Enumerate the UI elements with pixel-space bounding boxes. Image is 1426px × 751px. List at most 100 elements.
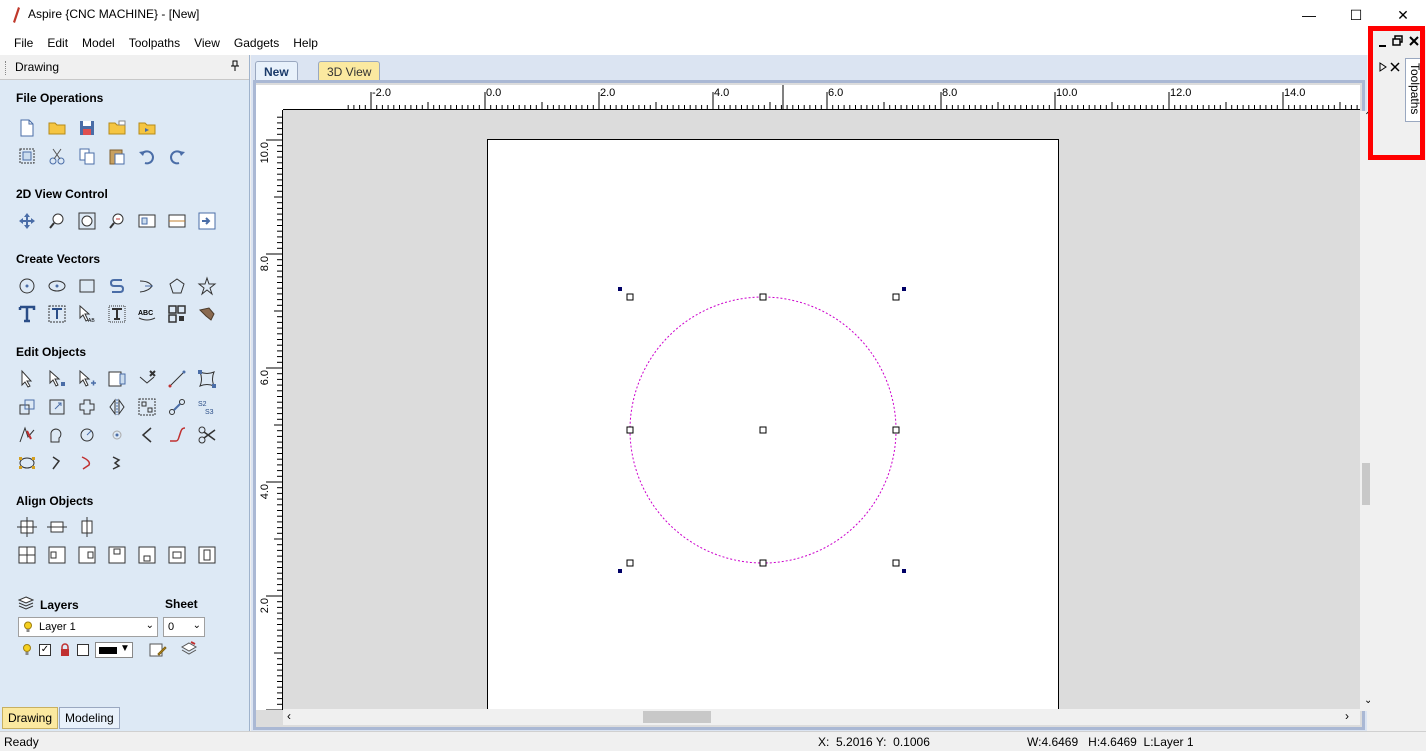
menu-view[interactable]: View bbox=[187, 36, 227, 50]
text-box-tool-icon[interactable] bbox=[46, 303, 68, 325]
pin-icon[interactable] bbox=[230, 60, 240, 72]
group-icon[interactable] bbox=[136, 396, 158, 418]
bounding-box-icon[interactable] bbox=[16, 452, 38, 474]
layer-properties-icon[interactable] bbox=[149, 642, 167, 658]
align-vertical-center-icon[interactable] bbox=[76, 516, 98, 538]
layer-color-picker[interactable]: ▼ bbox=[95, 642, 133, 658]
fillet-icon[interactable] bbox=[106, 424, 128, 446]
move-icon[interactable] bbox=[16, 396, 38, 418]
center-in-material-icon[interactable] bbox=[16, 544, 38, 566]
rectangle-tool-icon[interactable] bbox=[76, 275, 98, 297]
qr-code-icon[interactable] bbox=[166, 303, 188, 325]
open-recent-icon[interactable] bbox=[106, 117, 128, 139]
node-edit-icon[interactable] bbox=[46, 368, 68, 390]
layer-visibility-icon[interactable] bbox=[22, 643, 32, 657]
align-center-icon[interactable] bbox=[16, 516, 38, 538]
tab-drawing[interactable]: Drawing bbox=[2, 707, 59, 729]
menu-gadgets[interactable]: Gadgets bbox=[227, 36, 286, 50]
close-x-icon[interactable] bbox=[1390, 61, 1400, 73]
selected-circle-graphic[interactable] bbox=[284, 111, 1360, 709]
sheet-select[interactable]: 0 ⌄ bbox=[163, 617, 205, 637]
layer-select[interactable]: Layer 1 ⌄ bbox=[18, 617, 158, 637]
align-horizontal-center-icon[interactable] bbox=[46, 516, 68, 538]
rotate-icon[interactable] bbox=[76, 396, 98, 418]
polygon-tool-icon[interactable] bbox=[166, 275, 188, 297]
join-vectors-icon[interactable] bbox=[166, 396, 188, 418]
zoom-fit-icon[interactable] bbox=[76, 210, 98, 232]
select-all-icon[interactable] bbox=[16, 145, 38, 167]
scroll-left-icon[interactable]: ‹ bbox=[287, 709, 291, 723]
handle-bottom-left[interactable] bbox=[626, 559, 634, 567]
menu-edit[interactable]: Edit bbox=[40, 36, 75, 50]
chamfer-icon[interactable] bbox=[136, 424, 158, 446]
view-toggle-icon[interactable] bbox=[196, 210, 218, 232]
polyline-tool-icon[interactable] bbox=[106, 275, 128, 297]
tab-3d-view[interactable]: 3D View bbox=[318, 61, 381, 81]
scale-icon[interactable] bbox=[46, 396, 68, 418]
import-icon[interactable] bbox=[136, 117, 158, 139]
minimize-panel-icon[interactable] bbox=[1378, 36, 1388, 48]
copy-icon[interactable] bbox=[76, 145, 98, 167]
zoom-box-icon[interactable] bbox=[46, 210, 68, 232]
horizontal-scroll-thumb[interactable] bbox=[643, 711, 711, 723]
menu-model[interactable]: Model bbox=[75, 36, 122, 50]
handle-middle-right[interactable] bbox=[892, 426, 900, 434]
zoom-out-icon[interactable] bbox=[106, 210, 128, 232]
panel-grip[interactable] bbox=[5, 61, 7, 75]
layer-manager-icon[interactable] bbox=[180, 641, 198, 657]
nest-icon[interactable]: S2 S3 bbox=[196, 396, 218, 418]
view-previous-icon[interactable] bbox=[136, 210, 158, 232]
restore-panel-icon[interactable] bbox=[1392, 35, 1404, 47]
extend-vector-icon[interactable] bbox=[76, 452, 98, 474]
layer-lock-checkbox[interactable] bbox=[77, 644, 89, 656]
pan-icon[interactable] bbox=[16, 210, 38, 232]
weld-icon[interactable] bbox=[46, 424, 68, 446]
close-button[interactable]: ✕ bbox=[1380, 0, 1426, 30]
handle-bottom-right[interactable] bbox=[892, 559, 900, 567]
measure-icon[interactable] bbox=[166, 368, 188, 390]
image-trace-icon[interactable] bbox=[106, 368, 128, 390]
tab-new[interactable]: New bbox=[255, 61, 298, 81]
dogbone-icon[interactable] bbox=[196, 303, 218, 325]
lock-icon[interactable] bbox=[59, 643, 71, 657]
handle-bottom-center[interactable] bbox=[759, 559, 767, 567]
create-tabs-icon[interactable] bbox=[106, 452, 128, 474]
align-top-icon[interactable] bbox=[106, 544, 128, 566]
horizontal-scrollbar[interactable]: ‹ › bbox=[283, 709, 1360, 725]
smooth-curve-icon[interactable] bbox=[166, 424, 188, 446]
offset-icon[interactable] bbox=[76, 424, 98, 446]
text-on-curve-icon[interactable]: ABC bbox=[136, 303, 158, 325]
save-icon[interactable] bbox=[76, 117, 98, 139]
close-vector-icon[interactable] bbox=[46, 452, 68, 474]
redo-icon[interactable] bbox=[166, 145, 188, 167]
selection-handles[interactable] bbox=[626, 293, 900, 567]
play-icon[interactable] bbox=[1378, 61, 1388, 73]
close-panel-icon[interactable] bbox=[1408, 35, 1420, 47]
text-frame-icon[interactable] bbox=[106, 303, 128, 325]
text-tool-icon[interactable] bbox=[16, 303, 38, 325]
select-pointer-icon[interactable] bbox=[16, 368, 38, 390]
new-file-icon[interactable] bbox=[16, 117, 38, 139]
mirror-icon[interactable] bbox=[106, 396, 128, 418]
curve-tool-icon[interactable] bbox=[136, 275, 158, 297]
handle-top-center[interactable] bbox=[759, 293, 767, 301]
trim-icon[interactable] bbox=[16, 424, 38, 446]
maximize-button[interactable]: ☐ bbox=[1333, 0, 1379, 30]
menu-file[interactable]: File bbox=[7, 36, 40, 50]
layer-visible-checkbox[interactable]: ✓ bbox=[39, 644, 51, 656]
view-split-icon[interactable] bbox=[166, 210, 188, 232]
align-left-icon[interactable] bbox=[46, 544, 68, 566]
align-bottom-icon[interactable] bbox=[136, 544, 158, 566]
ellipse-tool-icon[interactable] bbox=[46, 275, 68, 297]
handle-top-right[interactable] bbox=[892, 293, 900, 301]
scissors-icon[interactable] bbox=[196, 424, 218, 446]
align-right-icon[interactable] bbox=[76, 544, 98, 566]
paste-icon[interactable] bbox=[106, 145, 128, 167]
handle-center[interactable] bbox=[759, 426, 767, 434]
menu-toolpaths[interactable]: Toolpaths bbox=[122, 36, 187, 50]
drawing-canvas[interactable] bbox=[284, 111, 1360, 709]
transform-icon[interactable] bbox=[76, 368, 98, 390]
handle-middle-left[interactable] bbox=[626, 426, 634, 434]
align-middle-icon[interactable] bbox=[166, 544, 188, 566]
undo-icon[interactable] bbox=[136, 145, 158, 167]
